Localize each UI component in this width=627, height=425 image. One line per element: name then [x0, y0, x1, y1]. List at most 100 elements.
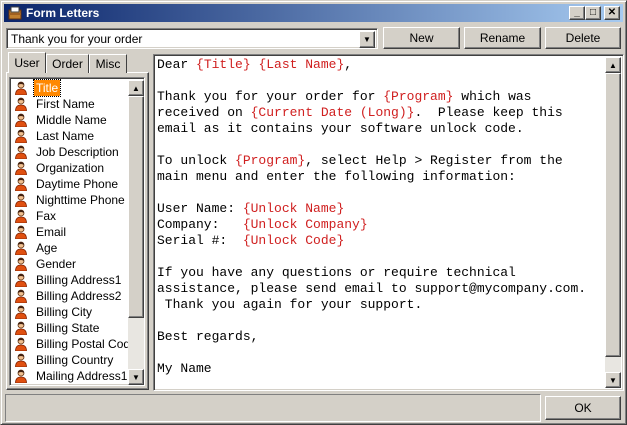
merge-field-token: {Unlock Code} — [242, 233, 345, 248]
letter-line — [157, 345, 605, 361]
field-list-item[interactable]: Nighttime Phone — [12, 192, 127, 208]
field-list-item[interactable]: Organization — [12, 160, 127, 176]
merge-field-token: {Current Date (Long)} — [250, 105, 415, 120]
field-list-item[interactable]: Email — [12, 224, 127, 240]
field-list-item[interactable]: Age — [12, 240, 127, 256]
field-list-item-label: Organization — [36, 161, 105, 175]
letter-text: Dear — [157, 57, 197, 72]
letter-line: email as it contains your software unloc… — [157, 121, 605, 137]
letter-body-editor[interactable]: Dear {Title} {Last Name}, Thank you for … — [153, 54, 624, 391]
field-list-item-label: Age — [36, 241, 58, 255]
scroll-up-icon: ▲ — [609, 60, 617, 70]
person-icon — [15, 225, 27, 239]
letter-scroll-up-button[interactable]: ▲ — [605, 57, 621, 73]
tab-user[interactable]: User — [8, 52, 46, 73]
field-list-item-label: Billing City — [36, 305, 93, 319]
field-list-items: Title First Name Middle Name Last Name Job D… — [12, 79, 137, 385]
letter-line: To unlock {Program}, select Help > Regis… — [157, 153, 605, 169]
field-list-item-label: Daytime Phone — [36, 177, 119, 191]
ok-button[interactable]: OK — [545, 396, 621, 420]
letter-line: My Name — [157, 361, 605, 377]
person-icon — [15, 193, 27, 207]
tab-order[interactable]: Order — [46, 54, 89, 73]
maximize-button[interactable]: □ — [585, 6, 601, 20]
letter-text: Best regards, — [157, 329, 259, 344]
letter-select-dropdown-button[interactable]: ▼ — [359, 31, 375, 48]
field-list-item[interactable]: Billing State — [12, 320, 127, 336]
letter-line: Dear {Title} {Last Name}, — [157, 57, 605, 73]
letter-line: Thank you again for your support. — [157, 297, 605, 313]
letter-text: If you have any questions or require tec… — [157, 265, 516, 280]
person-icon — [15, 305, 27, 319]
minimize-button[interactable]: _ — [569, 6, 585, 20]
footer-area — [5, 394, 541, 422]
letter-line — [157, 73, 605, 89]
letter-line: Company: {Unlock Company} — [157, 217, 605, 233]
person-icon — [15, 273, 27, 287]
letter-line: User Name: {Unlock Name} — [157, 201, 605, 217]
letter-select[interactable]: Thank you for your order ▼ — [6, 28, 378, 49]
field-list-item[interactable]: Last Name — [12, 128, 127, 144]
field-list-scroll-thumb[interactable] — [128, 96, 144, 318]
field-list-item-label: Billing State — [36, 321, 100, 335]
field-list-scroll-down-button[interactable]: ▼ — [128, 369, 144, 385]
letter-text: Company: — [157, 217, 243, 232]
letter-line: assistance, please send email to support… — [157, 281, 605, 297]
letter-text: email as it contains your software unloc… — [157, 121, 524, 136]
field-list-item[interactable]: Billing City — [12, 304, 127, 320]
person-icon — [15, 257, 27, 271]
tab-order-label: Order — [52, 57, 83, 71]
field-list-item[interactable]: Job Description — [12, 144, 127, 160]
field-list-item[interactable]: Daytime Phone — [12, 176, 127, 192]
field-list-item[interactable]: First Name — [12, 96, 127, 112]
rename-button[interactable]: Rename — [464, 27, 541, 49]
field-list-item[interactable]: Mailing Address1 — [12, 368, 127, 384]
field-list-item[interactable]: Fax — [12, 208, 127, 224]
letter-text: Serial #: — [157, 233, 243, 248]
field-list[interactable]: Title First Name Middle Name Last Name Job D… — [9, 77, 145, 386]
field-list-item-label: Email — [36, 225, 67, 239]
field-list-item[interactable]: Gender — [12, 256, 127, 272]
letter-text: received on — [157, 105, 251, 120]
person-icon — [15, 81, 27, 95]
tab-user-label: User — [14, 56, 40, 70]
person-icon — [15, 129, 27, 143]
letter-text: To unlock — [157, 153, 236, 168]
new-button[interactable]: New — [383, 27, 460, 49]
tab-misc[interactable]: Misc — [89, 54, 127, 73]
letter-text: , — [344, 57, 353, 72]
delete-button[interactable]: Delete — [545, 27, 621, 49]
field-list-item[interactable]: Middle Name — [12, 112, 127, 128]
letter-scroll-thumb[interactable] — [605, 73, 621, 357]
field-list-item[interactable]: Billing Address1 — [12, 272, 127, 288]
letter-text: My Name — [157, 361, 212, 376]
field-list-item[interactable]: Billing Address2 — [12, 288, 127, 304]
merge-field-token: {Unlock Company} — [242, 217, 368, 232]
chevron-down-icon: ▼ — [363, 35, 371, 44]
field-list-item-label: First Name — [36, 97, 95, 111]
letter-text: , select Help > Register from the — [305, 153, 563, 168]
person-icon — [15, 369, 27, 383]
field-list-item[interactable]: Billing Country — [12, 352, 127, 368]
letter-line: main menu and enter the following inform… — [157, 169, 605, 185]
field-list-scrollbar[interactable]: ▲ ▼ — [128, 80, 144, 385]
letter-text: Thank you for your order for — [157, 89, 384, 104]
field-list-item-label: Job Description — [36, 145, 119, 159]
letter-body-scrollbar[interactable]: ▲ ▼ — [605, 57, 621, 388]
delete-button-label: Delete — [565, 31, 601, 45]
field-list-scroll-up-button[interactable]: ▲ — [128, 80, 144, 96]
field-list-item[interactable]: Mailing Address2 — [12, 384, 129, 385]
field-list-item-label: Nighttime Phone — [36, 193, 125, 207]
field-list-item-label: Mailing Address2 — [34, 384, 129, 385]
field-list-item[interactable]: Title — [12, 79, 127, 97]
letter-line: Thank you for your order for {Program} w… — [157, 89, 605, 105]
form-letters-window: Form Letters _ □ ✕ Thank you for your or… — [0, 0, 627, 425]
close-button[interactable]: ✕ — [604, 6, 620, 20]
field-list-item-label: Billing Postal Code — [36, 337, 137, 351]
scroll-down-icon: ▼ — [132, 372, 140, 382]
field-list-item-label: Billing Address2 — [36, 289, 122, 303]
field-list-item[interactable]: Billing Postal Code — [12, 336, 137, 352]
letter-scroll-down-button[interactable]: ▼ — [605, 372, 621, 388]
title-bar[interactable]: Form Letters _ □ ✕ — [4, 4, 623, 22]
person-icon — [15, 161, 27, 175]
